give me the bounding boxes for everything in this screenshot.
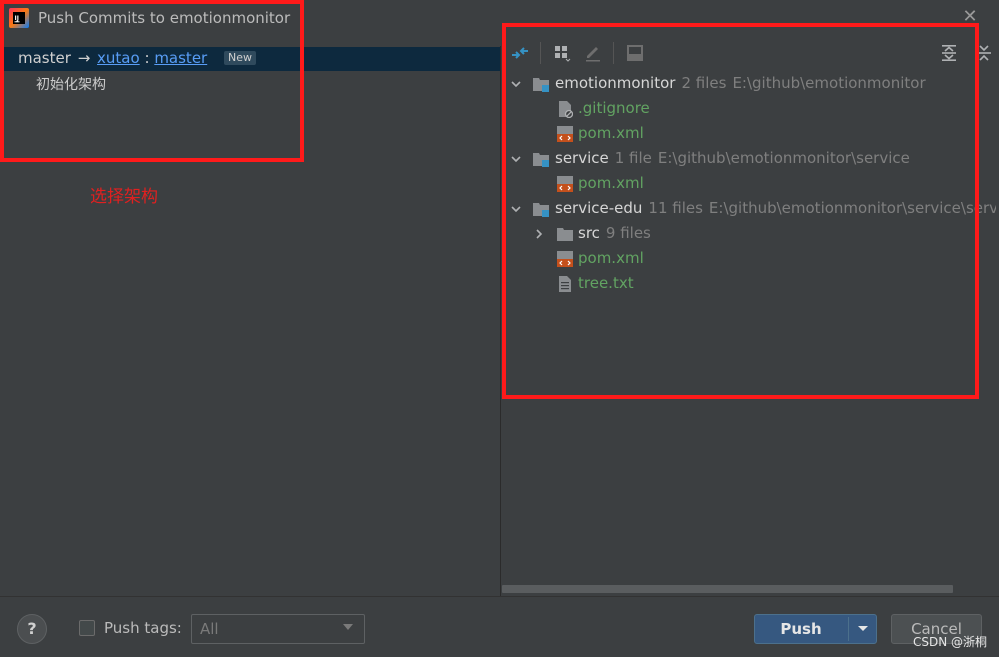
bottom-divider — [0, 596, 999, 597]
push-tags-label: Push tags: — [104, 619, 182, 637]
push-button[interactable]: Push — [754, 614, 848, 644]
push-tags-checkbox[interactable] — [79, 620, 95, 636]
chevron-down-icon — [858, 626, 868, 631]
pane-divider[interactable] — [500, 46, 501, 596]
annotation-box — [502, 23, 979, 399]
watermark: CSDN @浙桐 — [913, 635, 988, 649]
scrollbar-thumb[interactable] — [502, 585, 953, 593]
annotation-text: 选择架构 — [90, 187, 158, 207]
annotation-box — [0, 0, 304, 162]
help-button[interactable]: ? — [17, 614, 47, 644]
dropdown-caret-icon — [343, 624, 353, 630]
push-options-dropdown[interactable] — [849, 614, 877, 644]
push-tags-value: All — [200, 620, 219, 638]
